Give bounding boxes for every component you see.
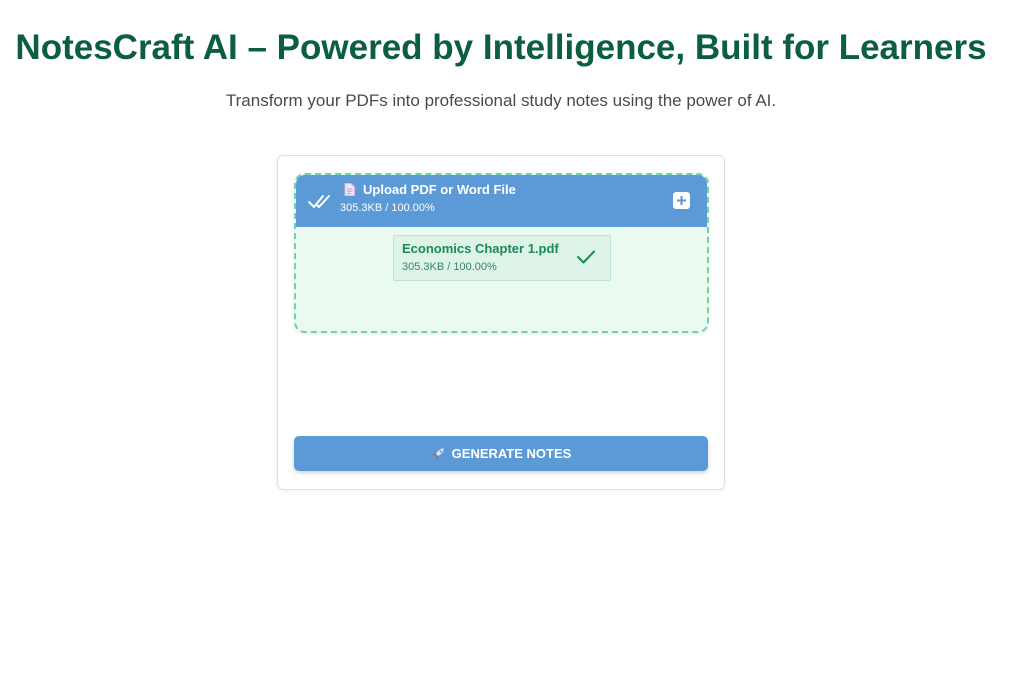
upload-header: Upload PDF or Word File 305.3KB / 100.00… bbox=[296, 175, 707, 227]
uploaded-file-item[interactable]: Economics Chapter 1.pdf 305.3KB / 100.00… bbox=[393, 235, 611, 281]
double-check-icon bbox=[308, 195, 330, 208]
file-name: Economics Chapter 1.pdf bbox=[402, 241, 559, 256]
document-icon bbox=[344, 183, 355, 196]
generate-notes-label: GENERATE NOTES bbox=[451, 446, 572, 461]
page-title: NotesCraft AI – Powered by Intelligence,… bbox=[15, 28, 987, 67]
upload-title: Upload PDF or Word File bbox=[363, 182, 516, 197]
add-file-button[interactable] bbox=[673, 192, 690, 209]
plus-icon bbox=[677, 196, 686, 205]
file-dropzone[interactable]: Upload PDF or Word File 305.3KB / 100.00… bbox=[294, 173, 709, 333]
upload-card: Upload PDF or Word File 305.3KB / 100.00… bbox=[277, 155, 725, 490]
check-icon bbox=[577, 250, 595, 264]
file-size: 305.3KB / 100.00% bbox=[402, 261, 497, 273]
upload-progress: 305.3KB / 100.00% bbox=[340, 202, 435, 214]
page-subtitle: Transform your PDFs into professional st… bbox=[225, 91, 777, 110]
generate-notes-button[interactable]: GENERATE NOTES bbox=[294, 436, 708, 471]
rocket-icon bbox=[432, 448, 444, 460]
